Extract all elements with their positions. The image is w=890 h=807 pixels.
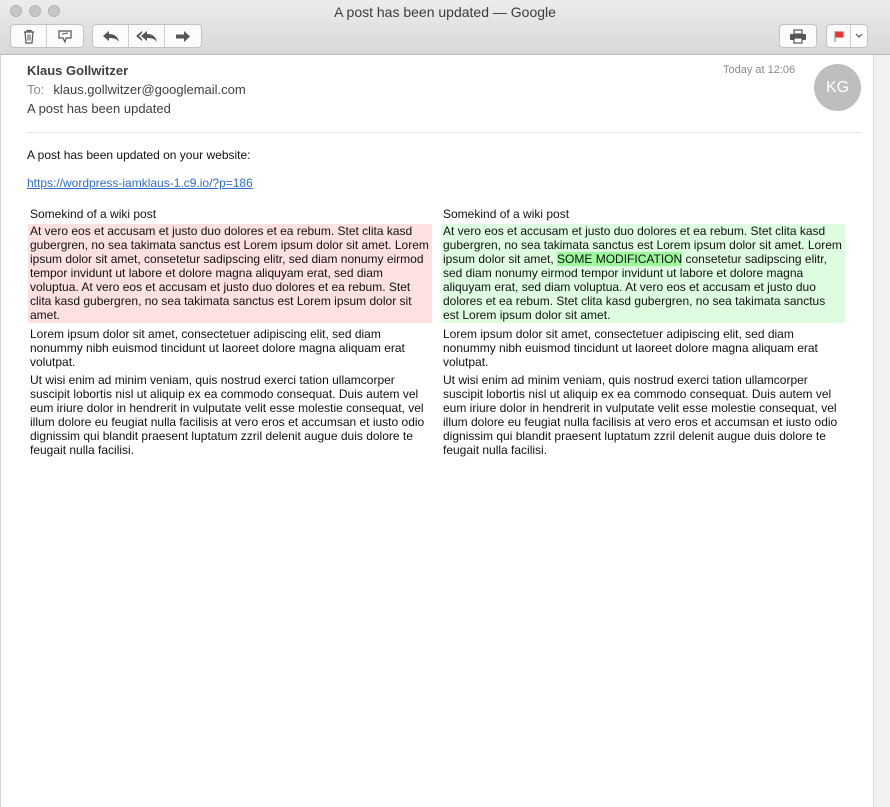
intro-text: A post has been updated on your website: bbox=[27, 148, 251, 162]
flag-icon bbox=[833, 30, 845, 43]
recipient-address[interactable]: klaus.gollwitzer@googlemail.com bbox=[53, 82, 245, 97]
flag-menu-button[interactable] bbox=[851, 25, 867, 47]
diff-old-column: Somekind of a wiki post At vero eos et a… bbox=[28, 207, 432, 461]
new-post-title: Somekind of a wiki post bbox=[443, 207, 570, 221]
old-paragraph-3: Ut wisi enim ad minim veniam, quis nostr… bbox=[30, 373, 425, 457]
reply-button[interactable] bbox=[93, 25, 129, 47]
message-date: Today at 12:06 bbox=[723, 64, 796, 76]
junk-button[interactable] bbox=[47, 25, 83, 47]
print-button[interactable] bbox=[780, 25, 816, 47]
modification-highlight: SOME MODIFICATION bbox=[557, 252, 683, 266]
print-icon bbox=[789, 28, 807, 44]
diff-new-column: Somekind of a wiki post At vero eos et a… bbox=[441, 207, 845, 461]
post-link[interactable]: https://wordpress-iamklaus-1.c9.io/?p=18… bbox=[27, 176, 253, 190]
flag-group bbox=[826, 24, 868, 48]
delete-junk-group bbox=[10, 24, 84, 48]
chevron-down-icon bbox=[855, 33, 863, 39]
reply-all-icon bbox=[135, 30, 158, 43]
old-post-title: Somekind of a wiki post bbox=[30, 207, 157, 221]
to-label: To: bbox=[27, 82, 45, 97]
added-paragraph: At vero eos et accusam et justo duo dolo… bbox=[441, 224, 845, 323]
window-titlebar: A post has been updated — Google bbox=[0, 0, 890, 55]
new-paragraph-2: Lorem ipsum dolor sit amet, consectetuer… bbox=[443, 327, 818, 369]
junk-icon bbox=[57, 29, 73, 44]
sender-name: Klaus Gollwitzer bbox=[27, 63, 129, 78]
forward-icon bbox=[175, 30, 191, 43]
trash-icon bbox=[22, 29, 36, 44]
avatar: KG bbox=[814, 64, 861, 111]
removed-paragraph: At vero eos et accusam et justo duo dolo… bbox=[28, 224, 432, 323]
old-paragraph-2: Lorem ipsum dolor sit amet, consectetuer… bbox=[30, 327, 405, 369]
reply-icon bbox=[102, 30, 120, 43]
forward-button[interactable] bbox=[165, 25, 201, 47]
message-subject: A post has been updated bbox=[27, 101, 171, 116]
window-left-edge bbox=[0, 55, 1, 807]
print-group bbox=[779, 24, 817, 48]
delete-button[interactable] bbox=[11, 25, 47, 47]
flag-button[interactable] bbox=[827, 25, 851, 47]
recipient-row: To: klaus.gollwitzer@googlemail.com bbox=[27, 82, 246, 97]
window-title: A post has been updated — Google bbox=[334, 4, 556, 20]
scrollbar[interactable] bbox=[873, 55, 890, 807]
header-divider bbox=[27, 132, 861, 133]
reply-all-button[interactable] bbox=[129, 25, 165, 47]
reply-group bbox=[92, 24, 202, 48]
new-paragraph-3: Ut wisi enim ad minim veniam, quis nostr… bbox=[443, 373, 838, 457]
